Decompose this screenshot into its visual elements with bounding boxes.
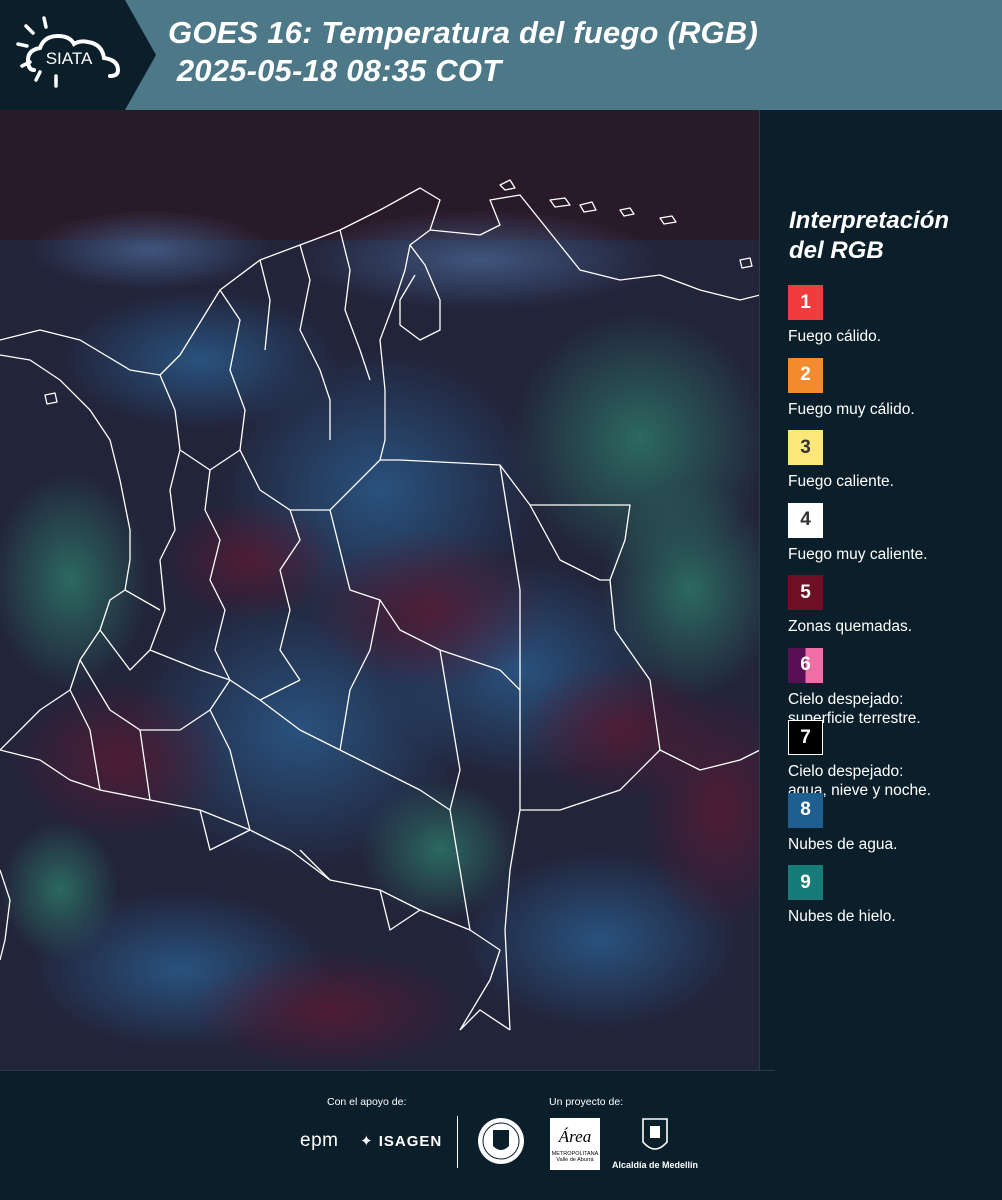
legend-title-line-1: Interpretación	[789, 207, 950, 234]
legend-swatch-8: 8	[788, 792, 823, 828]
svg-text:Área: Área	[558, 1127, 591, 1146]
legend-label-line-1: Fuego muy cálido.	[788, 400, 915, 418]
medellin-crest-icon	[642, 1118, 668, 1150]
legend-label-line-1: Fuego muy caliente.	[788, 545, 928, 563]
legend-number-3: 3	[800, 436, 811, 458]
legend-label-5: Zonas quemadas.	[788, 617, 912, 636]
isagen-icon: ✦	[360, 1133, 374, 1150]
logo-text: SIATA	[46, 49, 93, 68]
legend-number-1: 1	[800, 291, 811, 313]
legend-label-line-1: Cielo despejado:	[788, 690, 904, 708]
legend-label-8: Nubes de agua.	[788, 835, 897, 854]
legend-label-line-1: Nubes de agua.	[788, 835, 898, 853]
support-label: Con el apoyo de:	[327, 1096, 407, 1108]
title-line-2: 2025-05-18 08:35 COT	[168, 53, 502, 88]
legend-swatch-7: 7	[788, 720, 823, 755]
legend-number-2: 2	[800, 364, 811, 385]
epm-logo: epm	[300, 1130, 339, 1151]
legend-number-4: 4	[800, 509, 811, 530]
legend-swatch-6: 6	[788, 647, 823, 683]
project-label: Un proyecto de:	[549, 1096, 624, 1108]
isagen-logo: ✦ ISAGEN	[360, 1132, 442, 1150]
siata-logo: SIATA	[16, 16, 121, 88]
legend-swatch-2: 2	[788, 357, 823, 393]
antioquia-seal-icon	[478, 1118, 524, 1164]
legend-swatch-9: 9	[788, 865, 823, 900]
legend-number-9: 9	[800, 871, 811, 893]
legend-label-line-1: Fuego cálido.	[788, 328, 882, 345]
legend-number-7: 7	[800, 726, 811, 748]
footer: Con el apoyo de: Un proyecto de: epm ✦ I…	[0, 1070, 1002, 1200]
legend-number-5: 5	[800, 581, 811, 603]
header: SIATA GOES 16: Temperatura del fuego (RG…	[0, 0, 1002, 110]
title-line-1: GOES 16: Temperatura del fuego (RGB)	[168, 15, 758, 50]
legend-label-line-1: Nubes de hielo.	[788, 908, 896, 925]
legend-label-9: Nubes de hielo.	[788, 907, 896, 926]
footer-divider-line	[0, 1070, 775, 1071]
map-canvas	[0, 110, 759, 1070]
legend-swatch-3: 3	[788, 430, 823, 465]
legend-title-line-2: del RGB	[789, 237, 884, 264]
legend-number-6: 6	[800, 654, 811, 675]
legend-swatch-1: 1	[788, 285, 823, 320]
legend-label-1: Fuego cálido.	[788, 327, 881, 346]
legend-label-3: Fuego caliente.	[788, 472, 894, 491]
legend-label-line-1: Cielo despejado:	[788, 763, 904, 780]
legend-label-2: Fuego muy cálido.	[788, 400, 915, 419]
rgb-legend: Interpretación del RGB 1 Fuego cálido. 2 Fu…	[780, 110, 1002, 1070]
area-metropolitana-text: METROPOLITANA Valle de Aburrá	[550, 1151, 600, 1163]
legend-label-line-1: Zonas quemadas.	[788, 618, 913, 635]
isagen-text: ISAGEN	[378, 1133, 443, 1150]
medellin-text: Alcaldía de Medellín	[612, 1160, 699, 1170]
satellite-map	[0, 110, 760, 1070]
page-title: GOES 16: Temperatura del fuego (RGB) 202…	[168, 14, 758, 90]
legend-swatch-5: 5	[788, 575, 823, 610]
legend-swatch-4: 4	[788, 502, 823, 538]
area-metropolitana-icon: Área	[558, 1127, 591, 1146]
legend-label-4: Fuego muy caliente.	[788, 545, 928, 564]
legend-number-8: 8	[800, 799, 811, 820]
legend-title: Interpretación del RGB	[789, 206, 949, 266]
area-line-2: Valle de Aburrá	[556, 1157, 594, 1163]
footer-vertical-divider	[457, 1116, 458, 1168]
legend-label-line-1: Fuego caliente.	[788, 473, 894, 490]
